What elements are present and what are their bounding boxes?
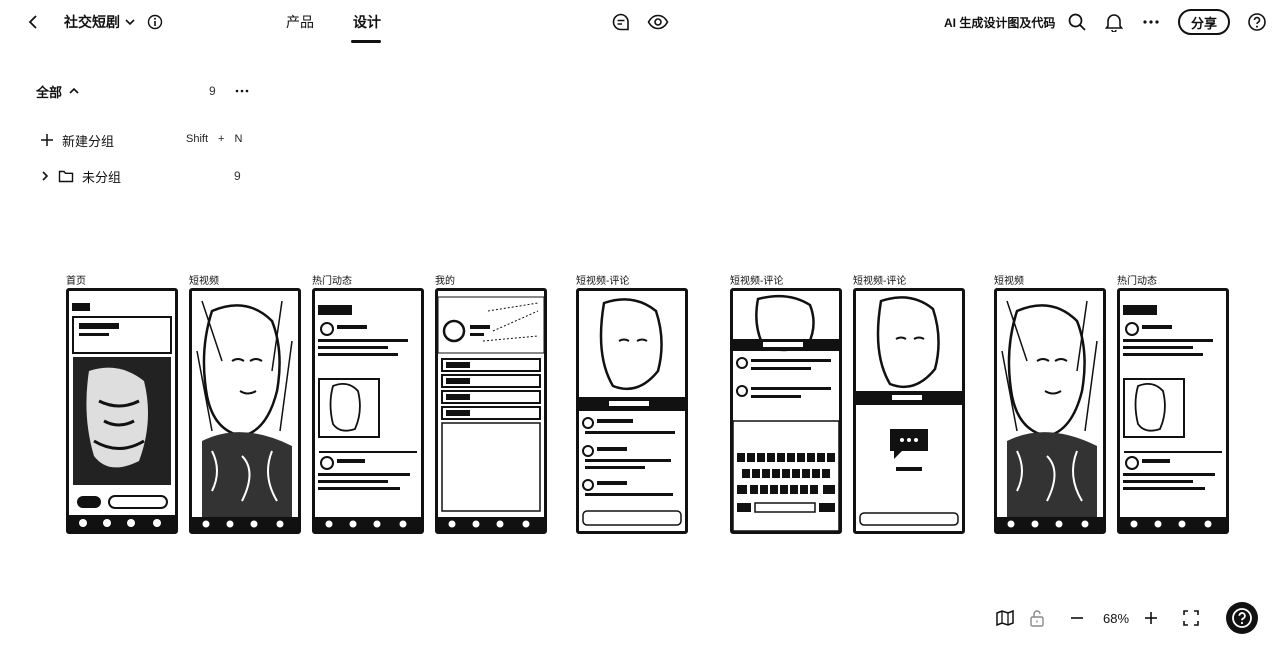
- bell-icon: [1105, 14, 1123, 32]
- fullscreen-icon: [1183, 610, 1199, 626]
- shortcut-key: +: [218, 133, 225, 145]
- frame-label: 短视频: [994, 276, 1024, 287]
- ai-generate-button[interactable]: AI 生成设计图及代码: [944, 12, 1055, 32]
- frame-label: 短视频-评论: [853, 276, 907, 287]
- frame-thumbnail: [856, 291, 962, 531]
- share-button[interactable]: 分享: [1178, 9, 1230, 35]
- eye-icon: [647, 14, 669, 30]
- chevron-up-icon: [69, 87, 79, 94]
- shortcut-key: Shift: [186, 133, 209, 145]
- frame-label: 短视频: [189, 276, 219, 287]
- minus-icon: [1071, 617, 1083, 619]
- help-button[interactable]: [1246, 11, 1268, 33]
- top-bar: 社交短剧 产品 设计 AI 生成设计图及代码 分享: [0, 0, 1280, 44]
- fit-screen-button[interactable]: [1180, 604, 1202, 632]
- back-button[interactable]: [22, 10, 46, 34]
- frame-short-video[interactable]: [994, 288, 1106, 534]
- more-button[interactable]: [1140, 11, 1162, 33]
- chevron-left-icon: [28, 15, 37, 29]
- active-tab-indicator: [351, 40, 381, 43]
- new-group-label: 新建分组: [62, 133, 115, 149]
- chevron-right-icon: [42, 171, 49, 181]
- search-button[interactable]: [1066, 11, 1088, 33]
- plus-icon: [1145, 612, 1157, 624]
- search-icon: [1068, 13, 1086, 31]
- new-group-button[interactable]: 新建分组: [40, 131, 114, 149]
- tab-design[interactable]: 设计: [353, 12, 381, 32]
- frame-label: 首页: [66, 276, 86, 287]
- comment-button[interactable]: [610, 11, 632, 33]
- comment-icon: [612, 13, 629, 31]
- all-pages-more-button[interactable]: [232, 82, 252, 100]
- notifications-button[interactable]: [1103, 11, 1125, 33]
- question-icon: [1248, 13, 1266, 31]
- frame-thumbnail: [579, 291, 685, 531]
- new-group-shortcut: Shift + N: [186, 133, 242, 145]
- frame-comments[interactable]: [576, 288, 688, 534]
- more-horizontal-icon: [235, 89, 249, 93]
- zoom-out-button[interactable]: [1066, 604, 1088, 632]
- frame-thumbnail: [315, 291, 421, 531]
- frame-thumbnail: [733, 291, 839, 531]
- frame-thumbnail: [997, 291, 1103, 531]
- unlock-icon: [1030, 610, 1044, 627]
- group-count: 9: [234, 169, 241, 183]
- frame-feed[interactable]: [312, 288, 424, 534]
- folder-icon: [58, 170, 74, 183]
- project-name: 社交短剧: [64, 14, 120, 30]
- frame-thumbnail: [1120, 291, 1226, 531]
- frame-comments-keyboard[interactable]: [730, 288, 842, 534]
- project-info-button[interactable]: [145, 12, 165, 32]
- all-pages-count: 9: [209, 84, 216, 98]
- frame-comments-empty[interactable]: [853, 288, 965, 534]
- group-item-ungrouped[interactable]: 未分组: [40, 167, 121, 185]
- map-icon: [996, 610, 1014, 626]
- frame-label: 我的: [435, 276, 455, 287]
- shortcut-key: N: [234, 133, 243, 145]
- all-pages-label: 全部: [36, 84, 63, 100]
- frame-label: 短视频-评论: [730, 276, 784, 287]
- chevron-down-icon: [125, 19, 135, 26]
- frame-label: 热门动态: [312, 276, 352, 287]
- question-icon: [1232, 608, 1252, 628]
- frame-feed[interactable]: [1117, 288, 1229, 534]
- frame-thumbnail: [69, 291, 175, 531]
- map-view-button[interactable]: [994, 604, 1016, 632]
- zoom-level[interactable]: 68%: [1098, 604, 1134, 632]
- project-switcher[interactable]: 社交短剧: [64, 12, 136, 32]
- frame-thumbnail: [438, 291, 544, 531]
- frame-short-video[interactable]: [189, 288, 301, 534]
- preview-button[interactable]: [647, 11, 669, 33]
- plus-icon: [41, 134, 53, 146]
- frame-label: 热门动态: [1117, 276, 1157, 287]
- lock-button[interactable]: [1026, 604, 1048, 632]
- frame-home[interactable]: [66, 288, 178, 534]
- frame-profile[interactable]: [435, 288, 547, 534]
- tab-product[interactable]: 产品: [286, 12, 314, 32]
- more-horizontal-icon: [1143, 20, 1159, 24]
- frame-thumbnail: [192, 291, 298, 531]
- zoom-in-button[interactable]: [1140, 604, 1162, 632]
- frame-label: 短视频-评论: [576, 276, 630, 287]
- all-pages-toggle[interactable]: 全部: [36, 82, 80, 100]
- info-icon: [147, 14, 163, 30]
- group-label: 未分组: [82, 169, 122, 185]
- help-float-button[interactable]: [1226, 602, 1258, 634]
